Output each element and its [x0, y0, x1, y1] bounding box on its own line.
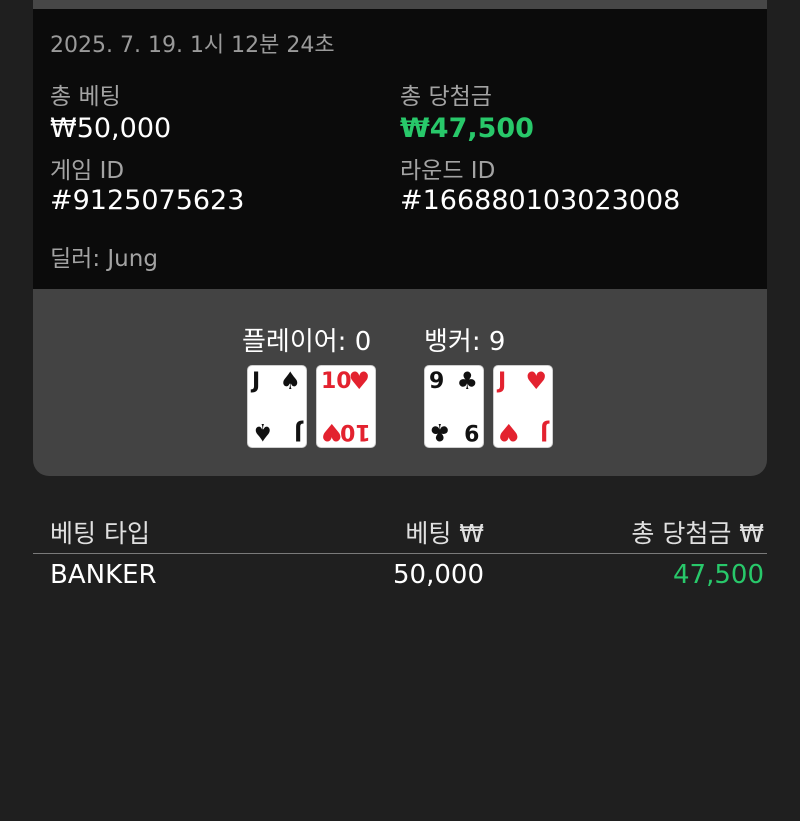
total-win-label: 총 당첨금	[400, 84, 492, 110]
banker-card-1: 9 ♣ ♣ 9	[425, 366, 483, 447]
row-win-amount: 47,500	[673, 560, 764, 590]
player-card-2: 10 ♥ ♥ 10	[317, 366, 375, 447]
game-id-label: 게임 ID	[50, 158, 125, 184]
top-strip	[33, 0, 767, 9]
card-rank: 9	[429, 369, 445, 394]
card-rank: J	[498, 369, 507, 394]
cards-panel: 플레이어: 0 뱅커: 9 J ♠ ♠ J 10 ♥ ♥ 10 9 ♣ ♣ 9 …	[33, 289, 767, 476]
total-win-value: ₩47,500	[400, 113, 534, 144]
card-rank: 10	[321, 369, 352, 394]
heart-icon: ♥	[348, 367, 370, 395]
spade-icon: ♠	[279, 367, 301, 395]
player-card-1: J ♠ ♠ J	[248, 366, 306, 447]
header-win-amount: 총 당첨금 ₩	[631, 519, 764, 548]
club-icon: ♣	[456, 367, 478, 395]
banker-score-label: 뱅커: 9	[424, 327, 506, 357]
total-bet-value: ₩50,000	[50, 113, 172, 144]
club-icon: ♣	[429, 418, 451, 446]
spade-icon: ♠	[252, 418, 274, 446]
total-bet-label: 총 베팅	[50, 84, 121, 110]
player-score-label: 플레이어: 0	[242, 327, 372, 357]
heart-icon: ♥	[498, 418, 520, 446]
header-bet-amount: 베팅 ₩	[405, 519, 484, 548]
round-info-panel: 2025. 7. 19. 1시 12분 24초 총 베팅 ₩50,000 총 당…	[33, 9, 767, 289]
card-rank: J	[539, 419, 548, 444]
table-divider	[33, 553, 767, 554]
banker-card-2: J ♥ ♥ J	[494, 366, 552, 447]
card-rank: 9	[463, 419, 479, 444]
card-rank: J	[252, 369, 261, 394]
card-rank: J	[293, 419, 302, 444]
dealer-name: 딜러: Jung	[50, 246, 158, 272]
card-rank: 10	[340, 419, 371, 444]
row-bet-type: BANKER	[50, 560, 157, 590]
round-timestamp: 2025. 7. 19. 1시 12분 24초	[50, 33, 335, 58]
round-id-value: #166880103023008	[400, 185, 681, 216]
game-id-value: #9125075623	[50, 185, 245, 216]
header-bet-type: 베팅 타입	[50, 519, 150, 548]
heart-icon: ♥	[525, 367, 547, 395]
row-bet-amount: 50,000	[393, 560, 484, 590]
round-id-label: 라운드 ID	[400, 158, 496, 184]
